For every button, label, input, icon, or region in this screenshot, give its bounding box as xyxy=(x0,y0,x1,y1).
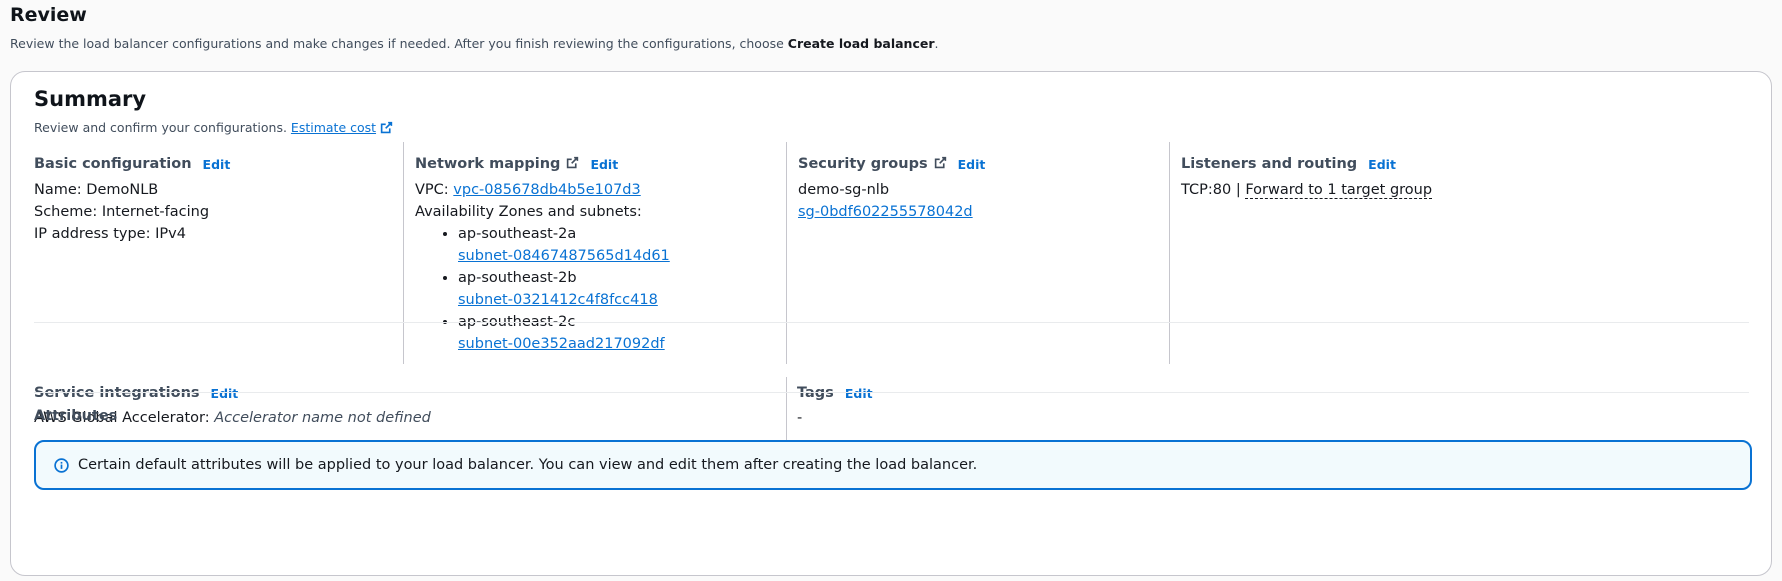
review-page: Review Review the load balancer configur… xyxy=(0,0,1782,581)
estimate-cost-link[interactable]: Estimate cost xyxy=(291,120,393,135)
network-mapping-section: Network mapping Edit VPC: vpc-085678db4b… xyxy=(403,142,787,364)
external-link-icon[interactable] xyxy=(566,156,579,173)
basic-configuration-title: Basic configuration xyxy=(34,156,192,172)
info-icon xyxy=(54,457,69,473)
security-group-name: demo-sg-nlb xyxy=(798,182,890,198)
service-integrations-edit-button[interactable]: Edit xyxy=(211,386,239,401)
attributes-info-alert: Certain default attributes will be appli… xyxy=(34,440,1752,490)
listeners-title: Listeners and routing xyxy=(1181,156,1358,172)
tags-title: Tags xyxy=(797,385,834,401)
security-groups-title: Security groups xyxy=(798,156,928,172)
subnet-link[interactable]: subnet-00e352aad217092df xyxy=(458,336,665,352)
external-link-icon xyxy=(380,121,393,137)
page-description: Review the load balancer configurations … xyxy=(10,36,939,51)
list-item: ap-southeast-2b subnet-0321412c4f8fcc418 xyxy=(458,267,787,311)
subnet-link[interactable]: subnet-08467487565d14d61 xyxy=(458,248,670,264)
page-description-text: Review the load balancer configurations … xyxy=(10,36,788,51)
attributes-alert-text: Certain default attributes will be appli… xyxy=(78,457,978,473)
list-item: ap-southeast-2c subnet-00e352aad217092df xyxy=(458,311,787,355)
listener-row: TCP:80 | Forward to 1 target group xyxy=(1181,179,1752,201)
listener-protocol: TCP:80 | xyxy=(1181,182,1241,198)
attributes-title: Attributes xyxy=(34,408,118,424)
page-description-bold: Create load balancer xyxy=(787,36,935,51)
listeners-section: Listeners and routing Edit TCP:80 | Forw… xyxy=(1169,142,1752,364)
lb-scheme: Scheme: Internet-facing xyxy=(34,204,210,220)
page-description-suffix: . xyxy=(934,36,939,51)
service-integrations-title: Service integrations xyxy=(34,385,200,401)
security-group-id-link[interactable]: sg-0bdf602255578042d xyxy=(798,204,973,220)
summary-title: Summary xyxy=(34,87,147,111)
network-mapping-title: Network mapping xyxy=(415,156,561,172)
az-name: ap-southeast-2b xyxy=(458,270,577,286)
forward-target-group-popover[interactable]: Forward to 1 target group xyxy=(1245,182,1433,199)
az-label: Availability Zones and subnets: xyxy=(415,204,642,220)
tags-header: Tags Edit xyxy=(797,383,1752,403)
lb-name: Name: DemoNLB xyxy=(34,182,159,198)
estimate-cost-label: Estimate cost xyxy=(290,120,377,135)
global-accelerator-value: Accelerator name not defined xyxy=(214,410,431,426)
security-groups-section: Security groups Edit demo-sg-nlb sg-0bdf… xyxy=(786,142,1170,364)
divider xyxy=(34,322,1749,323)
network-mapping-header: Network mapping Edit xyxy=(415,154,787,174)
summary-card: Summary Review and confirm your configur… xyxy=(10,71,1772,576)
listeners-header: Listeners and routing Edit xyxy=(1181,154,1752,174)
list-item: ap-southeast-2a subnet-08467487565d14d61 xyxy=(458,223,787,267)
summary-description-text: Review and confirm your configurations. xyxy=(34,120,287,135)
vpc-id-link[interactable]: vpc-085678db4b5e107d3 xyxy=(453,182,640,198)
basic-configuration-edit-button[interactable]: Edit xyxy=(203,157,231,172)
external-link-icon[interactable] xyxy=(934,156,947,173)
basic-configuration-section: Basic configuration Edit Name: DemoNLB S… xyxy=(11,142,403,364)
vpc-label: VPC: xyxy=(415,182,449,198)
divider xyxy=(34,392,1749,393)
lb-ip-address-type: IP address type: IPv4 xyxy=(34,226,186,242)
subnet-link[interactable]: subnet-0321412c4f8fcc418 xyxy=(458,292,658,308)
summary-description: Review and confirm your configurations. … xyxy=(34,120,393,137)
security-groups-header: Security groups Edit xyxy=(798,154,1170,174)
tags-edit-button[interactable]: Edit xyxy=(845,386,873,401)
vpc-row: VPC: vpc-085678db4b5e107d3 xyxy=(415,179,787,201)
basic-configuration-header: Basic configuration Edit xyxy=(34,154,403,174)
security-groups-edit-button[interactable]: Edit xyxy=(958,157,986,172)
network-mapping-edit-button[interactable]: Edit xyxy=(590,157,618,172)
az-name: ap-southeast-2a xyxy=(458,226,577,242)
page-title: Review xyxy=(10,4,87,26)
service-integrations-header: Service integrations Edit xyxy=(34,383,786,403)
az-list: ap-southeast-2a subnet-08467487565d14d61… xyxy=(415,223,787,355)
listeners-edit-button[interactable]: Edit xyxy=(1368,157,1396,172)
global-accelerator-row: AWS Global Accelerator: Accelerator name… xyxy=(34,407,786,429)
tags-value: - xyxy=(797,410,803,426)
